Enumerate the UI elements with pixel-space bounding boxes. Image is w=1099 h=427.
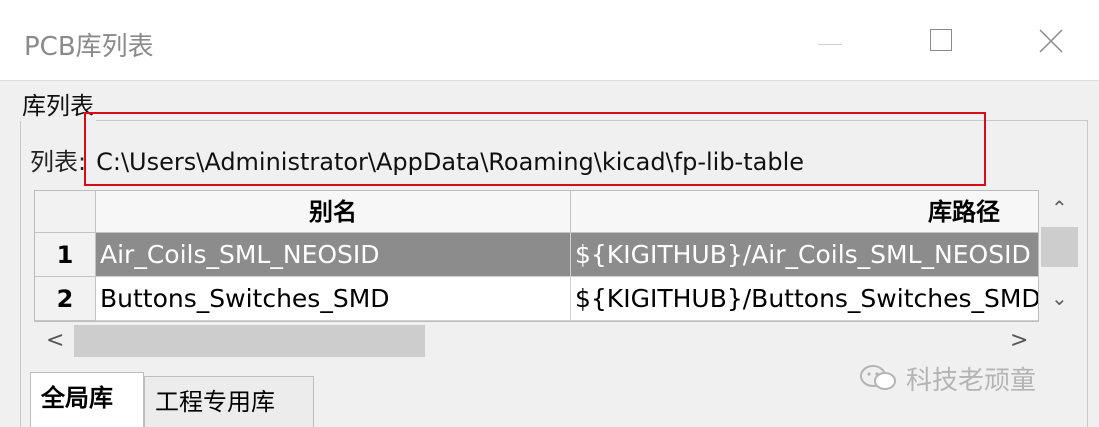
column-header-path[interactable]: 库路径 [571,191,1038,233]
title-bar: PCB库列表 [0,0,1099,80]
scroll-left-icon[interactable]: < [46,328,64,353]
watermark-text: 科技老顽童 [906,366,1037,396]
table-row[interactable]: 1 Air_Coils_SML_NEOSID ${KIGITHUB}/Air_C… [35,233,1038,277]
alias-cell[interactable]: Air_Coils_SML_NEOSID [96,233,571,277]
watermark: 科技老顽童 [858,360,1036,400]
scroll-down-icon[interactable]: ⌄ [1051,286,1068,310]
row-number[interactable]: 1 [35,233,96,277]
scroll-right-icon[interactable]: > [1010,328,1028,353]
path-cell[interactable]: ${KIGITHUB}/Buttons_Switches_SMD [571,277,1038,321]
path-cell[interactable]: ${KIGITHUB}/Air_Coils_SML_NEOSID [571,233,1038,277]
alias-cell[interactable]: Buttons_Switches_SMD [96,277,571,321]
path-label: 列表: [30,148,87,176]
horizontal-scrollbar[interactable]: < > [34,322,1039,360]
red-highlight-box [84,112,986,186]
minimize-icon[interactable] [806,22,852,62]
maximize-icon[interactable] [918,22,964,62]
vertical-scrollbar[interactable]: ⌃ ⌄ [1039,190,1080,322]
close-icon[interactable] [1028,22,1074,62]
window-title: PCB库列表 [24,32,154,62]
vertical-scroll-thumb[interactable] [1041,227,1078,267]
table-corner [35,191,96,233]
column-header-alias[interactable]: 别名 [96,191,571,233]
table-row[interactable]: 2 Buttons_Switches_SMD ${KIGITHUB}/Butto… [35,277,1038,321]
wechat-icon [858,363,898,400]
scroll-up-icon[interactable]: ⌃ [1051,196,1068,220]
tab-global-libraries[interactable]: 全局库 [30,372,144,427]
tab-project-libraries[interactable]: 工程专用库 [144,376,314,427]
horizontal-scroll-thumb[interactable] [74,325,425,357]
library-table[interactable]: 别名 库路径 1 Air_Coils_SML_NEOSID ${KIGITHUB… [34,190,1039,322]
row-number[interactable]: 2 [35,277,96,321]
